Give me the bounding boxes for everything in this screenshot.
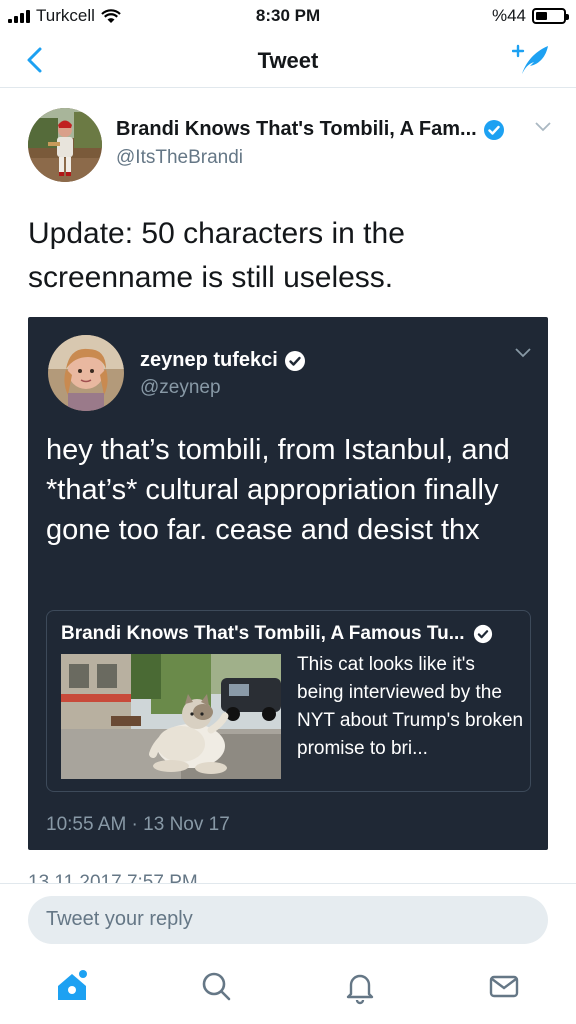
quoted-tweet[interactable]: zeynep tufekci @zeynep hey that’s tombil…	[28, 317, 548, 850]
verified-badge-icon	[284, 350, 305, 371]
status-time: 8:30 PM	[255, 6, 321, 25]
link-card-title: Brandi Knows That's Tombili, A Famous Tu…	[61, 623, 465, 644]
quoted-author-handle[interactable]: @zeynep	[140, 377, 221, 399]
cat-photo	[61, 654, 281, 779]
quoted-author-avatar[interactable]	[48, 335, 124, 411]
author-avatar-image	[28, 108, 102, 182]
link-card-description: This cat looks like it's being interview…	[297, 654, 524, 759]
messages-icon[interactable]	[484, 966, 524, 1006]
tweet-text: Update: 50 characters in the screenname …	[28, 217, 405, 294]
tab-bar	[0, 954, 576, 1024]
reply-input[interactable]: Tweet your reply	[28, 896, 548, 944]
quoted-author-name-row: zeynep tufekci	[140, 349, 306, 372]
author-name-row: Brandi Knows That's Tombili, A Fam...	[116, 118, 505, 141]
divider	[0, 883, 576, 884]
battery-icon	[532, 8, 569, 24]
verified-badge-icon	[473, 624, 492, 644]
page-title: Tweet	[257, 48, 319, 73]
search-icon[interactable]	[196, 966, 236, 1006]
nav-bar: Tweet	[0, 34, 576, 88]
chevron-down-icon[interactable]	[514, 347, 532, 359]
notifications-icon[interactable]	[340, 966, 380, 1006]
quoted-tweet-text: hey that’s tombili, from Istanbul, and *…	[46, 434, 510, 546]
verified-badge-icon	[483, 119, 504, 140]
link-card-title-row: Brandi Knows That's Tombili, A Famous Tu…	[61, 623, 493, 645]
compose-tweet-icon[interactable]	[512, 42, 552, 78]
battery-percent: %44	[491, 6, 526, 25]
home-icon[interactable]	[52, 966, 92, 1006]
quoted-author-display-name[interactable]: zeynep tufekci	[140, 349, 278, 372]
author-display-name[interactable]: Brandi Knows That's Tombili, A Fam...	[116, 118, 477, 141]
quoted-tweet-timestamp: 10:55 AM · 13 Nov 17	[46, 814, 230, 835]
tweet-timestamp: 13.11.2017 7:57 PM	[28, 872, 198, 883]
author-avatar[interactable]	[28, 108, 102, 182]
status-bar: Turkcell 8:30 PM %44	[0, 0, 576, 34]
link-preview-card[interactable]: Brandi Knows That's Tombili, A Famous Tu…	[46, 610, 531, 792]
status-right: %44	[491, 6, 569, 26]
chevron-down-icon[interactable]	[534, 120, 552, 134]
reply-placeholder: Tweet your reply	[46, 908, 193, 930]
quoted-author-avatar-image	[48, 335, 124, 411]
author-handle[interactable]: @ItsTheBrandi	[116, 147, 243, 169]
link-card-image	[61, 654, 281, 779]
battery-fill	[536, 12, 548, 20]
